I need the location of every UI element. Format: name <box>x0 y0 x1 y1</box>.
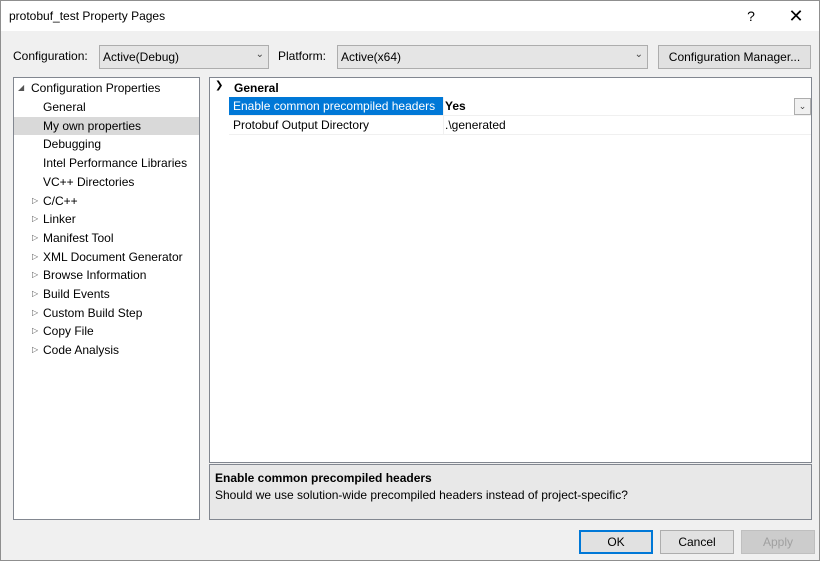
tree-item-label: Code Analysis <box>43 343 120 358</box>
platform-value: Active(x64) <box>341 50 402 64</box>
tree-item-code-analysis[interactable]: ▷ Code Analysis <box>14 341 199 359</box>
apply-button[interactable]: Apply <box>741 530 815 554</box>
tree-item-label: XML Document Generator <box>43 249 183 264</box>
expand-triangle-icon[interactable]: ▷ <box>32 304 42 322</box>
tree-item-label: Debugging <box>43 137 102 152</box>
tree-item-label: My own properties <box>43 118 142 133</box>
expand-triangle-icon[interactable]: ▷ <box>32 341 42 359</box>
tree-item-vc-directories[interactable]: VC++ Directories <box>14 173 199 191</box>
tree-item-copy-file[interactable]: ▷ Copy File <box>14 322 199 340</box>
property-dropdown-button[interactable]: ⌄ <box>794 98 811 115</box>
configuration-manager-button[interactable]: Configuration Manager... <box>658 45 811 69</box>
tree-item-label: Custom Build Step <box>43 305 143 320</box>
grid-category-label: General <box>234 81 279 95</box>
help-button[interactable]: ? <box>728 1 774 31</box>
tree-item-custom-build-step[interactable]: ▷ Custom Build Step <box>14 304 199 322</box>
ok-button[interactable]: OK <box>579 530 653 554</box>
tree-item-linker[interactable]: ▷ Linker <box>14 210 199 228</box>
expand-triangle-icon[interactable]: ▷ <box>32 322 42 340</box>
tree-root-label: Configuration Properties <box>31 81 161 95</box>
chevron-down-icon: ⌄ <box>255 49 264 60</box>
tree-item-manifest-tool[interactable]: ▷ Manifest Tool <box>14 229 199 247</box>
tree-item-label: Build Events <box>43 287 110 301</box>
collapse-triangle-icon[interactable]: ◢ <box>18 79 28 97</box>
platform-label: Platform: <box>278 49 327 63</box>
tree-item-build-events[interactable]: ▷ Build Events <box>14 285 199 303</box>
configuration-label: Configuration: <box>13 49 88 63</box>
cancel-button[interactable]: Cancel <box>660 530 734 554</box>
tree-item-label: Intel Performance Libraries <box>43 156 188 171</box>
row-divider <box>229 134 811 135</box>
property-pages-dialog: protobuf_test Property Pages ? ✕ Configu… <box>0 0 820 561</box>
property-value[interactable]: .\generated <box>445 116 506 134</box>
chevron-down-icon: ⌄ <box>798 101 807 111</box>
chevron-down-icon[interactable]: ❯ <box>215 80 223 91</box>
tree-item-label: C/C++ <box>43 193 78 208</box>
tree-item-label: VC++ Directories <box>43 174 135 189</box>
property-row-protobuf-output-dir[interactable]: Protobuf Output Directory .\generated <box>210 116 811 134</box>
description-title: Enable common precompiled headers <box>215 471 432 485</box>
window-title: protobuf_test Property Pages <box>9 9 166 23</box>
expand-triangle-icon[interactable]: ▷ <box>32 229 42 247</box>
configuration-value: Active(Debug) <box>103 50 180 64</box>
tree-item-general[interactable]: General <box>14 98 199 116</box>
grid-category-row[interactable]: ❯ General <box>210 78 811 97</box>
property-grid: ❯ General Enable common precompiled head… <box>209 77 812 463</box>
expand-triangle-icon[interactable]: ▷ <box>32 192 42 210</box>
expand-triangle-icon[interactable]: ▷ <box>32 210 42 228</box>
description-panel: Enable common precompiled headers Should… <box>209 464 812 520</box>
tree-root-configuration-properties[interactable]: ◢ Configuration Properties <box>14 79 199 97</box>
tree-item-xml-document-generator[interactable]: ▷ XML Document Generator <box>14 248 199 266</box>
property-name[interactable]: Enable common precompiled headers <box>229 97 443 115</box>
property-tree: ◢ Configuration Properties General My own… <box>13 77 200 520</box>
description-body: Should we use solution-wide precompiled … <box>215 488 628 502</box>
configuration-select[interactable]: Active(Debug) ⌄ <box>99 45 269 69</box>
property-name[interactable]: Protobuf Output Directory <box>229 116 443 134</box>
tree-item-my-own-properties[interactable]: My own properties <box>14 116 199 135</box>
expand-triangle-icon[interactable]: ▷ <box>32 248 42 266</box>
column-divider <box>443 97 444 134</box>
help-icon: ? <box>747 8 755 24</box>
tree-item-browse-information[interactable]: ▷ Browse Information <box>14 266 199 284</box>
tree-item-label: Linker <box>43 212 76 227</box>
tree-item-label: Browse Information <box>43 268 147 283</box>
tree-item-debugging[interactable]: Debugging <box>14 135 199 153</box>
tree-item-intel-performance-libraries[interactable]: Intel Performance Libraries <box>14 154 199 172</box>
close-icon: ✕ <box>788 5 804 26</box>
tree-item-label: General <box>43 100 86 114</box>
expand-triangle-icon[interactable]: ▷ <box>32 285 42 303</box>
chevron-down-icon: ⌄ <box>634 49 643 60</box>
title-bar: protobuf_test Property Pages ? ✕ <box>1 1 819 31</box>
close-button[interactable]: ✕ <box>773 1 819 31</box>
expand-triangle-icon[interactable]: ▷ <box>32 266 42 284</box>
tree-item-label: Manifest Tool <box>43 230 114 245</box>
tree-item-c-c[interactable]: ▷ C/C++ <box>14 192 199 210</box>
tree-item-label: Copy File <box>43 324 94 339</box>
property-value[interactable]: Yes <box>445 97 466 115</box>
platform-select[interactable]: Active(x64) ⌄ <box>337 45 648 69</box>
property-row-precompiled-headers[interactable]: Enable common precompiled headers Yes ⌄ <box>210 97 811 115</box>
